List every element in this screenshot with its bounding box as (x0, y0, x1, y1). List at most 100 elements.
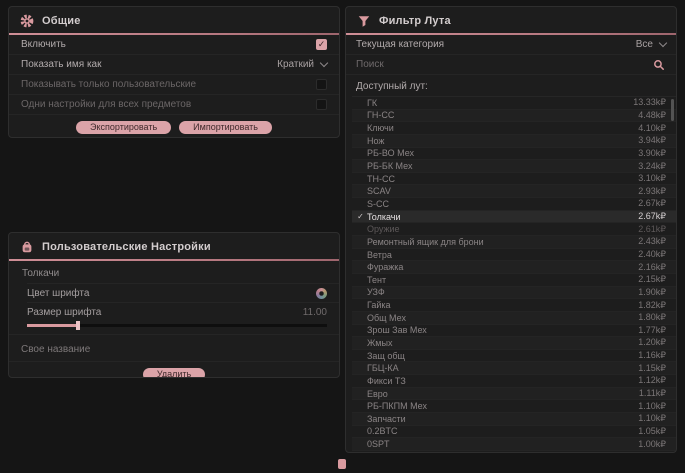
category-dropdown[interactable]: Все (636, 39, 666, 50)
loot-row[interactable]: УЗФ1.90k₽ (352, 287, 676, 300)
loot-item-name: ГК (367, 98, 633, 108)
same-settings-checkbox[interactable]: ✓ (316, 99, 327, 110)
loot-item-name: УЗФ (367, 287, 638, 297)
loot-item-value: 1.20k₽ (638, 337, 666, 348)
loot-row[interactable]: 0.2BTC1.05k₽ (352, 426, 676, 439)
loot-row[interactable]: Запчасти1.10k₽ (352, 413, 676, 426)
loot-item-value: 2.67k₽ (638, 211, 666, 222)
import-button[interactable]: Импортировать (179, 121, 272, 134)
setting-row-custom-only: Показывать только пользовательские ✓ (9, 75, 339, 95)
loot-item-value: 2.15k₽ (638, 274, 666, 285)
loot-item-value: 3.90k₽ (638, 148, 666, 159)
category-row: Текущая категория Все (346, 35, 676, 55)
loot-item-value: 1.80k₽ (638, 312, 666, 323)
loot-row[interactable]: Оружие2.61k₽ (352, 223, 676, 236)
loot-item-value: 2.93k₽ (638, 186, 666, 197)
loot-row[interactable]: Ветра2.40k₽ (352, 249, 676, 262)
loot-item-name: РБ-БК Мех (367, 161, 638, 171)
loot-item-value: 1.10k₽ (638, 413, 666, 424)
loot-row[interactable]: Нож3.94k₽ (352, 135, 676, 148)
loot-item-value: 2.43k₽ (638, 236, 666, 247)
loot-row[interactable]: ГК13.33k₽ (352, 97, 676, 110)
loot-item-value: 1.82k₽ (638, 300, 666, 311)
loot-row[interactable]: Фикси ТЗ1.12k₽ (352, 375, 676, 388)
loot-item-name: S-СС (367, 199, 638, 209)
setting-row-same-settings: Одни настройки для всех предметов ✓ (9, 95, 339, 115)
font-size-row: Размер шрифта 11.00 (27, 302, 339, 321)
custom-name-input[interactable] (21, 344, 327, 355)
selected-item-label: Толкачи (9, 261, 339, 283)
chevron-down-icon (320, 59, 328, 67)
loot-item-name: Ремонтный ящик для брони (367, 237, 638, 247)
scrollbar-thumb[interactable] (671, 99, 674, 121)
loot-row[interactable]: Зрош Зав Мех1.77k₽ (352, 325, 676, 338)
loot-row[interactable]: РБ-БК Мех3.24k₽ (352, 160, 676, 173)
resize-handle[interactable] (338, 459, 346, 469)
loot-item-name: ГН-СС (367, 110, 638, 120)
loot-row[interactable]: ТН-СС3.10k₽ (352, 173, 676, 186)
custom-only-checkbox[interactable]: ✓ (316, 79, 327, 90)
loot-row[interactable]: Ремонтный ящик для брони2.43k₽ (352, 236, 676, 249)
loot-item-name: РБ-ВО Мех (367, 148, 638, 158)
loot-item-name: 0SPT (367, 439, 638, 449)
loot-row[interactable]: ГН-СС4.48k₽ (352, 110, 676, 123)
loot-item-value: 1.10k₽ (638, 401, 666, 412)
custom-name-row (9, 334, 339, 362)
loot-row[interactable]: Евро1.11k₽ (352, 388, 676, 401)
loot-row[interactable]: РБ-ВО Мех3.90k₽ (352, 148, 676, 161)
loot-row[interactable]: Ключи4.10k₽ (352, 122, 676, 135)
loot-item-value: 4.48k₽ (638, 110, 666, 121)
loot-row[interactable]: ✓Толкачи2.67k₽ (352, 211, 676, 224)
loot-item-name: Зрош Зав Мех (367, 325, 638, 335)
name-display-label: Показать имя как (21, 59, 101, 70)
loot-list: ГК13.33k₽ГН-СС4.48k₽Ключи4.10k₽Нож3.94k₽… (352, 96, 676, 451)
loot-row[interactable]: ГБЦ-КА1.15k₽ (352, 362, 676, 375)
loot-row[interactable]: Защ общ1.16k₽ (352, 350, 676, 363)
loot-item-name: Жмых (367, 338, 638, 348)
font-color-label: Цвет шрифта (27, 288, 89, 299)
loot-row[interactable]: Гайка1.82k₽ (352, 299, 676, 312)
enable-checkbox[interactable]: ✓ (316, 39, 327, 50)
loot-item-name: Гайка (367, 300, 638, 310)
font-size-label: Размер шрифта (27, 307, 101, 318)
loot-row[interactable]: Жмых1.20k₽ (352, 337, 676, 350)
font-size-fill (27, 324, 78, 327)
color-wheel-icon[interactable] (316, 288, 327, 299)
loot-item-name: Толкачи (367, 212, 638, 222)
loot-item-value: 2.61k₽ (638, 224, 666, 235)
loot-row[interactable]: Общ Мех1.80k₽ (352, 312, 676, 325)
loot-item-value: 1.00k₽ (638, 439, 666, 450)
loot-row[interactable]: Фуражка2.16k₽ (352, 261, 676, 274)
search-input[interactable] (356, 59, 651, 70)
loot-item-value: 1.16k₽ (638, 350, 666, 361)
delete-row: Удалить (9, 368, 339, 378)
loot-item-value: 3.94k₽ (638, 135, 666, 146)
category-value: Все (636, 39, 653, 50)
name-display-dropdown[interactable]: Краткий (277, 59, 327, 70)
loot-item-value: 1.11k₽ (639, 388, 666, 399)
loot-item-name: Ветра (367, 250, 638, 260)
general-panel-title: Общие (42, 15, 81, 27)
font-size-slider[interactable] (27, 324, 327, 327)
loot-item-name: Запчасти (367, 414, 638, 424)
funnel-icon (356, 13, 371, 28)
available-loot-label: Доступный лут: (346, 75, 676, 96)
loot-row[interactable]: S-СС2.67k₽ (352, 198, 676, 211)
loot-item-name: Тент (367, 275, 638, 285)
loot-item-name: РБ-ПКПМ Мех (367, 401, 638, 411)
search-icon[interactable] (651, 57, 666, 72)
font-size-knob[interactable] (76, 321, 80, 330)
setting-row-name-display: Показать имя как Краткий (9, 55, 339, 75)
loot-row[interactable]: Тент2.15k₽ (352, 274, 676, 287)
loot-item-name: Евро (367, 389, 639, 399)
category-label: Текущая категория (356, 39, 444, 50)
delete-button[interactable]: Удалить (143, 368, 205, 378)
loot-item-value: 2.40k₽ (638, 249, 666, 260)
loot-item-name: Нож (367, 136, 638, 146)
loot-item-name: Общ Мех (367, 313, 638, 323)
loot-item-name: Защ общ (367, 351, 638, 361)
loot-row[interactable]: РБ-ПКПМ Мех1.10k₽ (352, 400, 676, 413)
loot-row[interactable]: SCAV2.93k₽ (352, 185, 676, 198)
loot-row[interactable]: 0SPT1.00k₽ (352, 438, 676, 451)
export-button[interactable]: Экспортировать (76, 121, 171, 134)
